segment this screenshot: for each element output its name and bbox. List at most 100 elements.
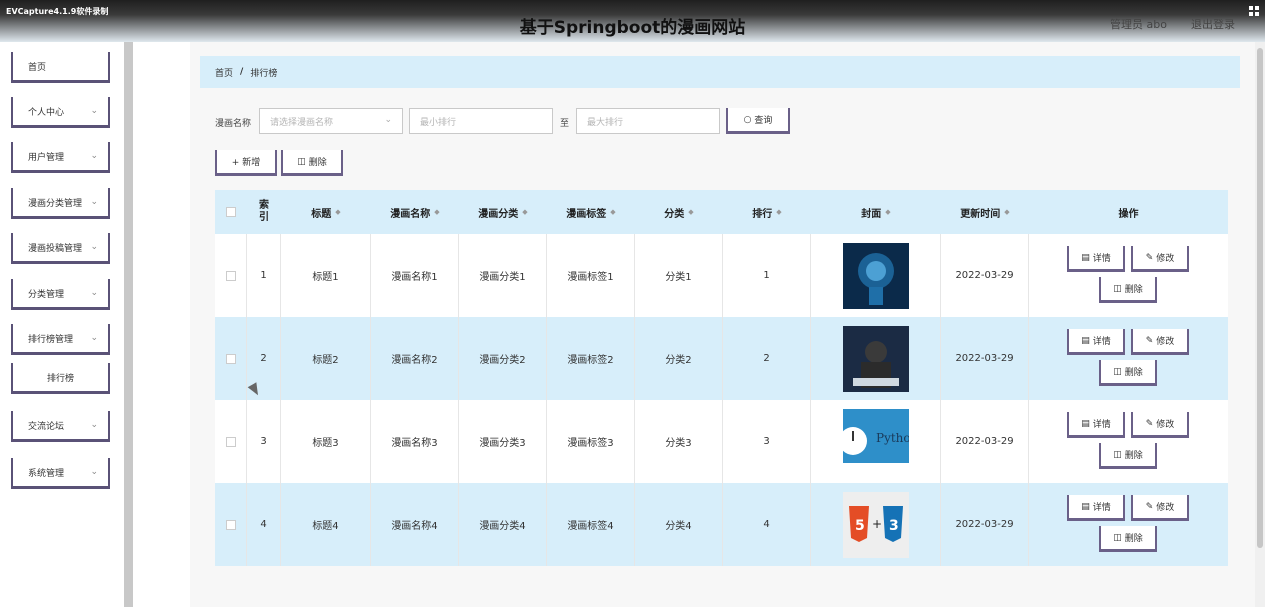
chevron-down-icon: ⌄: [90, 197, 98, 207]
cell-text: 标题3: [312, 438, 339, 449]
cell-tag: 漫画标签1: [547, 234, 635, 317]
svg-text:+: +: [872, 517, 882, 531]
sidebar-item-ranking-mgmt[interactable]: 排行榜管理 ⌄: [11, 324, 110, 355]
sidebar-item-forum[interactable]: 交流论坛 ⌄: [11, 411, 110, 442]
sidebar-item-ranking[interactable]: 排行榜: [11, 363, 110, 394]
select-all-checkbox[interactable]: [226, 207, 236, 217]
trash-icon: ◫: [1113, 449, 1122, 460]
pencil-icon: ✎: [1145, 501, 1154, 512]
delete-button[interactable]: ◫ 删除: [1099, 526, 1157, 552]
chevron-down-icon: ⌄: [90, 288, 98, 298]
cell-text: 漫画分类4: [479, 521, 526, 532]
edit-button[interactable]: ✎ 修改: [1131, 495, 1189, 521]
cell-updated: 2022-03-29: [941, 234, 1029, 317]
cell-text: 漫画名称2: [391, 355, 438, 366]
cell-rank: 2: [723, 317, 811, 400]
trash-icon: ◫: [1113, 283, 1122, 294]
sidebar-item-label: 首页: [28, 62, 47, 73]
detail-button[interactable]: ▤ 详情: [1067, 412, 1125, 438]
breadcrumb-current: 排行榜: [250, 68, 278, 79]
cell-tag: 漫画标签3: [547, 400, 635, 483]
chevron-down-icon: ⌄: [384, 115, 392, 125]
edit-button[interactable]: ✎ 修改: [1131, 412, 1189, 438]
logout-link[interactable]: 退出登录: [1191, 16, 1235, 32]
cell-cover: Python: [811, 400, 941, 483]
doc-icon: ▤: [1081, 252, 1090, 263]
sidebar-item-users[interactable]: 用户管理 ⌄: [11, 142, 110, 173]
cell-text: 2022-03-29: [955, 270, 1014, 281]
bulk-delete-button[interactable]: ◫ 删除: [281, 150, 343, 176]
col-name[interactable]: 漫画名称 ◆: [371, 190, 459, 234]
doc-icon: ▤: [1081, 418, 1090, 429]
cell-text: 漫画标签1: [567, 272, 614, 283]
col-tag[interactable]: 漫画标签 ◆: [547, 190, 635, 234]
col-index[interactable]: 索引: [247, 190, 281, 234]
sidebar-item-label: 交流论坛: [28, 421, 65, 432]
delete-button[interactable]: ◫ 删除: [1099, 443, 1157, 469]
cell-index: 4: [247, 483, 281, 566]
edit-button[interactable]: ✎ 修改: [1131, 246, 1189, 272]
sidebar-item-submissions[interactable]: 漫画投稿管理 ⌄: [11, 233, 110, 264]
cover-image: 5 +3: [842, 491, 909, 558]
cell-text: 分类4: [665, 521, 692, 532]
delete-button[interactable]: ◫ 删除: [1099, 277, 1157, 303]
breadcrumb: 首页 / 排行榜: [200, 56, 1240, 88]
col-rank[interactable]: 排行 ◆: [723, 190, 811, 234]
col-cover[interactable]: 封面 ◆: [811, 190, 941, 234]
search-name-label: 漫画名称: [215, 119, 252, 129]
edit-button[interactable]: ✎ 修改: [1131, 329, 1189, 355]
sidebar-item-classes[interactable]: 分类管理 ⌄: [11, 279, 110, 310]
min-rank-input[interactable]: 最小排行: [409, 108, 553, 134]
cell-text: 分类2: [665, 355, 692, 366]
detail-button[interactable]: ▤ 详情: [1067, 329, 1125, 355]
row-select-cell: [215, 483, 247, 566]
fullscreen-icon[interactable]: [1249, 6, 1259, 16]
query-button[interactable]: ○ 查询: [726, 108, 790, 134]
sidebar-scrollbar[interactable]: [124, 42, 133, 607]
cell-text: 漫画标签4: [567, 521, 614, 532]
comic-name-select[interactable]: 请选择漫画名称 ⌄: [259, 108, 403, 134]
delete-button-label: 删除: [308, 158, 327, 168]
cell-class: 分类1: [635, 234, 723, 317]
sidebar-item-system[interactable]: 系统管理 ⌄: [11, 458, 110, 489]
col-class[interactable]: 分类 ◆: [635, 190, 723, 234]
cell-text: 分类1: [665, 272, 692, 283]
cover-text: Python: [876, 431, 909, 445]
sidebar-item-label: 漫画分类管理: [28, 198, 83, 209]
row-checkbox[interactable]: [225, 519, 236, 530]
breadcrumb-separator: /: [240, 67, 244, 77]
detail-label: 详情: [1092, 503, 1111, 513]
col-label: 索引: [259, 200, 269, 223]
cell-text: 漫画标签3: [567, 438, 614, 449]
cell-text: 漫画标签2: [567, 355, 614, 366]
col-title[interactable]: 标题 ◆: [281, 190, 371, 234]
chevron-down-icon: ⌄: [90, 467, 98, 477]
col-updated[interactable]: 更新时间 ◆: [941, 190, 1029, 234]
sidebar-item-home[interactable]: 首页: [11, 52, 110, 83]
trash-icon: ◫: [297, 156, 306, 167]
breadcrumb-home[interactable]: 首页: [215, 66, 233, 79]
delete-label: 删除: [1124, 534, 1143, 544]
doc-icon: ▤: [1081, 501, 1090, 512]
cell-name: 漫画名称3: [371, 400, 459, 483]
detail-button[interactable]: ▤ 详情: [1067, 495, 1125, 521]
delete-button[interactable]: ◫ 删除: [1099, 360, 1157, 386]
col-label: 漫画标签: [566, 208, 607, 220]
row-checkbox[interactable]: [225, 270, 236, 281]
select-placeholder: 请选择漫画名称: [270, 117, 334, 128]
sidebar-item-comic-categories[interactable]: 漫画分类管理 ⌄: [11, 188, 110, 219]
main-scrollbar[interactable]: [1255, 42, 1265, 607]
input-placeholder: 最大排行: [587, 117, 624, 128]
cell-text: 标题2: [312, 355, 339, 366]
detail-button[interactable]: ▤ 详情: [1067, 246, 1125, 272]
cell-ops: ▤ 详情 ✎ 修改 ◫ 删除: [1029, 483, 1228, 566]
row-checkbox[interactable]: [225, 436, 236, 447]
add-button-label: + 新增: [231, 158, 261, 168]
col-category[interactable]: 漫画分类 ◆: [459, 190, 547, 234]
row-checkbox[interactable]: [225, 353, 236, 364]
add-button[interactable]: + 新增: [215, 150, 277, 176]
scrollbar-thumb[interactable]: [1257, 48, 1263, 548]
sidebar-item-profile[interactable]: 个人中心 ⌄: [11, 97, 110, 128]
chevron-down-icon: ⌄: [90, 420, 98, 430]
max-rank-input[interactable]: 最大排行: [576, 108, 720, 134]
